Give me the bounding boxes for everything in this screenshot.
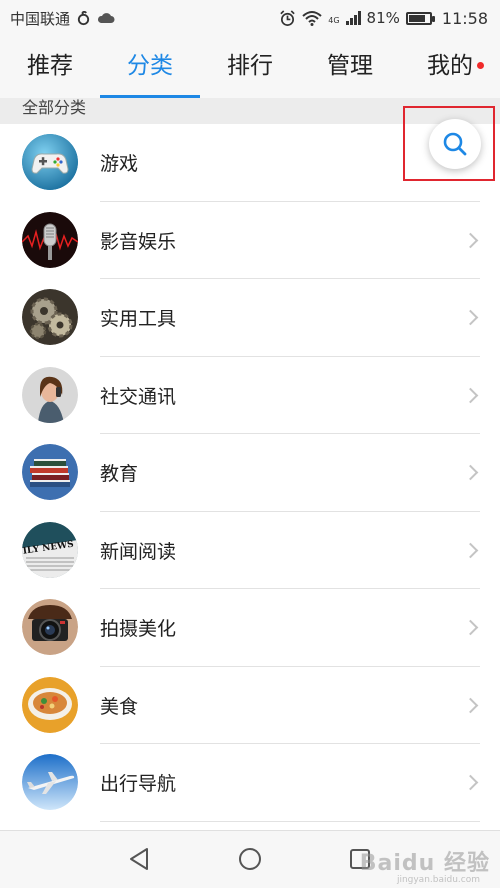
gamepad-icon: [22, 134, 78, 190]
phone-call-icon: [22, 366, 78, 423]
hd-call-icon: [77, 10, 90, 25]
chevron-right-icon: [462, 464, 479, 481]
battery-percent: 81%: [366, 9, 400, 27]
food-bowl-icon: [22, 676, 78, 733]
category-list: 游戏 影音娱乐 实用工具 社交通讯 教育 ILY NEWS 新闻阅读 拍摄美化 …: [0, 124, 500, 822]
airplane-icon: [22, 754, 78, 810]
status-bar: 中国联通 4G 81% 11:58: [0, 0, 500, 36]
tab-mine[interactable]: 我的: [400, 36, 500, 98]
chevron-right-icon: [462, 309, 479, 326]
tab-manage[interactable]: 管理: [300, 36, 400, 98]
chevron-right-icon: [462, 232, 479, 249]
watermark: Baidu 经验: [359, 851, 490, 876]
tab-recommend[interactable]: 推荐: [0, 36, 100, 98]
carrier-label: 中国联通: [10, 9, 71, 28]
category-row-media[interactable]: 影音娱乐: [0, 202, 500, 279]
category-label: 实用工具: [100, 308, 177, 331]
section-title: 全部分类: [22, 98, 87, 117]
search-icon: [443, 132, 467, 156]
home-icon[interactable]: [236, 845, 264, 873]
cloud-icon: [97, 13, 115, 23]
tab-label: 管理: [327, 53, 373, 79]
alarm-icon: [280, 9, 295, 26]
tab-label: 排行: [227, 53, 273, 79]
category-label: 拍摄美化: [100, 618, 177, 641]
tab-ranking[interactable]: 排行: [200, 36, 300, 98]
category-label: 教育: [100, 463, 139, 486]
category-label: 出行导航: [100, 773, 177, 796]
category-label: 游戏: [100, 153, 139, 176]
camera-icon: [22, 599, 78, 655]
search-button[interactable]: [429, 119, 481, 169]
chevron-right-icon: [462, 619, 479, 636]
category-row-food[interactable]: 美食: [0, 667, 500, 744]
battery-icon: [405, 11, 435, 25]
category-row-news[interactable]: ILY NEWS 新闻阅读: [0, 512, 500, 589]
tab-categories[interactable]: 分类: [100, 36, 200, 98]
books-icon: [22, 444, 78, 500]
category-row-tools[interactable]: 实用工具: [0, 279, 500, 357]
category-row-social[interactable]: 社交通讯: [0, 357, 500, 434]
category-label: 美食: [100, 695, 139, 718]
system-nav-bar: Baidu 经验 jingyan.baidu.com: [0, 830, 500, 888]
category-row-education[interactable]: 教育: [0, 434, 500, 512]
notification-dot: [477, 62, 484, 69]
chevron-right-icon: [462, 774, 479, 791]
signal-icon: [345, 11, 361, 25]
tab-label: 推荐: [27, 53, 73, 79]
top-tab-bar: 推荐 分类 排行 管理 我的: [0, 36, 500, 98]
newspaper-icon: ILY NEWS: [22, 521, 78, 578]
category-row-photo[interactable]: 拍摄美化: [0, 589, 500, 667]
category-row-travel[interactable]: 出行导航: [0, 744, 500, 822]
network-type-label: 4G: [328, 15, 340, 25]
watermark-url: jingyan.baidu.com: [396, 875, 480, 885]
category-label: 新闻阅读: [100, 540, 177, 563]
row-divider: [100, 820, 480, 822]
wifi-icon: [302, 11, 322, 26]
gears-icon: [22, 289, 78, 345]
tab-label: 我的: [427, 53, 473, 79]
category-label: 社交通讯: [100, 385, 177, 408]
chevron-right-icon: [462, 542, 479, 559]
chevron-right-icon: [462, 387, 479, 404]
tab-label: 分类: [127, 53, 173, 79]
back-icon[interactable]: [126, 845, 154, 873]
category-label: 影音娱乐: [100, 230, 177, 253]
clock: 11:58: [441, 8, 488, 28]
microphone-icon: [22, 211, 78, 268]
chevron-right-icon: [462, 697, 479, 714]
